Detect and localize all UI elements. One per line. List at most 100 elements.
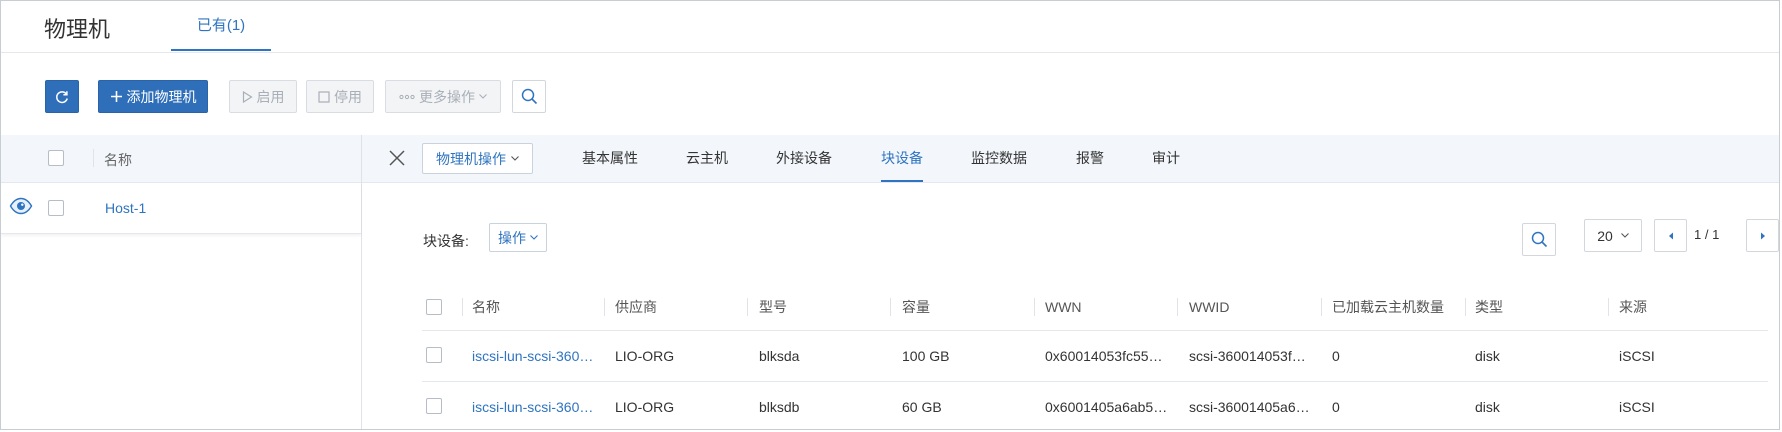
cell-type: disk (1475, 399, 1500, 415)
cell-vendor: LIO-ORG (615, 348, 675, 364)
page-size-value: 20 (1597, 227, 1613, 244)
column-separator (747, 298, 748, 316)
column-header-capacity: 容量 (902, 298, 930, 315)
close-icon[interactable] (388, 149, 406, 170)
cell-vm-count: 0 (1332, 348, 1340, 364)
refresh-button[interactable] (45, 80, 79, 113)
host-name-link[interactable]: Host-1 (105, 200, 146, 216)
block-operations-button[interactable]: 操作 (489, 223, 547, 252)
plus-icon (110, 90, 123, 103)
column-name-header: 名称 (104, 152, 132, 168)
chevron-down-icon (1620, 233, 1629, 238)
column-header-vm-count: 已加载云主机数量 (1332, 298, 1444, 315)
tab-vm-instances[interactable]: 云主机 (686, 135, 728, 182)
search-button[interactable] (512, 80, 546, 113)
cell-capacity: 100 GB (902, 348, 950, 364)
host-list-header: 名称 (1, 135, 361, 183)
cell-source: iSCSI (1619, 348, 1655, 364)
chevron-down-icon (530, 235, 538, 240)
cell-wwn: 0x6001405a6ab5… (1045, 399, 1168, 415)
more-actions-label: 更多操作 (419, 88, 475, 105)
enable-button[interactable]: 启用 (229, 80, 297, 113)
column-header-type: 类型 (1475, 298, 1503, 315)
tab-basic-properties[interactable]: 基本属性 (582, 135, 638, 182)
play-icon (242, 90, 253, 103)
column-separator (1177, 298, 1178, 316)
cell-wwid: scsi-360014053f… (1189, 348, 1306, 364)
table-row[interactable]: iscsi-lun-scsi-360… LIO-ORG blksda 100 G… (422, 331, 1768, 382)
page-title: 物理机 (44, 17, 111, 42)
add-host-button[interactable]: 添加物理机 (98, 80, 208, 113)
table-select-all-checkbox[interactable] (426, 299, 442, 315)
column-header-name: 名称 (472, 298, 500, 315)
tab-existing[interactable]: 已有(1) (171, 1, 271, 51)
prev-icon (1668, 232, 1673, 239)
disable-button[interactable]: 停用 (306, 80, 374, 113)
cell-source: iSCSI (1619, 399, 1655, 415)
row-checkbox[interactable] (426, 347, 442, 363)
tab-audit[interactable]: 审计 (1152, 135, 1180, 182)
column-header-vendor: 供应商 (615, 298, 657, 315)
host-list: 名称 Host-1 (1, 135, 362, 429)
cell-type: disk (1475, 348, 1500, 364)
table-header-row: 名称 供应商 型号 容量 WWN WWID 已加载云主机数量 类型 来源 (422, 283, 1768, 331)
more-actions-button[interactable]: 更多操作 (385, 80, 501, 113)
tab-external-devices[interactable]: 外接设备 (776, 135, 832, 182)
chevron-down-icon (479, 94, 487, 99)
cell-vm-count: 0 (1332, 399, 1340, 415)
host-row[interactable]: Host-1 (1, 183, 361, 234)
cell-wwid: scsi-36001405a6… (1189, 399, 1310, 415)
add-host-label: 添加物理机 (126, 88, 197, 105)
row-checkbox[interactable] (426, 398, 442, 414)
cell-model: blksda (759, 348, 800, 364)
tab-alarms[interactable]: 报警 (1076, 135, 1104, 182)
tab-monitoring[interactable]: 监控数据 (971, 135, 1027, 182)
column-separator (462, 298, 463, 316)
column-header-model: 型号 (759, 298, 787, 315)
search-icon (1531, 231, 1547, 248)
column-separator (93, 149, 94, 167)
next-page-button[interactable] (1746, 219, 1779, 252)
eye-icon[interactable] (9, 197, 33, 218)
column-header-wwid: WWID (1189, 298, 1230, 315)
disable-label: 停用 (334, 88, 362, 105)
app-window: 物理机 已有(1) 添加物理机 启用 停用 更多操作 名称 Host-1 物理机… (0, 0, 1780, 430)
column-separator (1321, 298, 1322, 316)
column-header-wwn: WWN (1045, 298, 1082, 315)
next-icon (1760, 232, 1765, 239)
column-separator (1465, 298, 1466, 316)
search-icon (521, 88, 537, 105)
host-detail-pane: 物理机操作 基本属性 云主机 外接设备 块设备 监控数据 报警 审计 块设备: … (362, 135, 1779, 429)
column-separator (604, 298, 605, 316)
column-separator (1608, 298, 1609, 316)
chevron-down-icon (511, 156, 519, 161)
block-device-name-link[interactable]: iscsi-lun-scsi-360… (472, 331, 597, 381)
cell-wwn: 0x60014053fc55… (1045, 348, 1163, 364)
host-operations-label: 物理机操作 (436, 150, 506, 167)
select-all-checkbox[interactable] (48, 150, 64, 166)
host-operations-button[interactable]: 物理机操作 (422, 143, 533, 174)
block-device-section-label: 块设备: (423, 233, 469, 249)
column-separator (890, 298, 891, 316)
host-row-checkbox[interactable] (48, 200, 64, 216)
tab-block-devices[interactable]: 块设备 (881, 135, 923, 182)
enable-label: 启用 (256, 88, 285, 105)
dots-icon (399, 94, 415, 100)
cell-capacity: 60 GB (902, 399, 942, 415)
block-operations-label: 操作 (498, 229, 526, 246)
table-search-button[interactable] (1522, 223, 1556, 256)
block-device-table: 名称 供应商 型号 容量 WWN WWID 已加载云主机数量 类型 来源 isc… (422, 283, 1768, 429)
table-row[interactable]: iscsi-lun-scsi-360… LIO-ORG blksdb 60 GB… (422, 382, 1768, 429)
block-device-name-link[interactable]: iscsi-lun-scsi-360… (472, 382, 597, 429)
refresh-icon (56, 90, 68, 103)
cell-name: iscsi-lun-scsi-360… (472, 348, 594, 364)
cell-vendor: LIO-ORG (615, 399, 675, 415)
page-indicator: 1 / 1 (1694, 227, 1720, 242)
prev-page-button[interactable] (1654, 219, 1687, 252)
cell-name: iscsi-lun-scsi-360… (472, 399, 594, 415)
column-header-source: 来源 (1619, 298, 1647, 315)
column-separator (1034, 298, 1035, 316)
cell-model: blksdb (759, 399, 800, 415)
stop-icon (318, 90, 330, 103)
page-size-select[interactable]: 20 (1584, 219, 1642, 252)
